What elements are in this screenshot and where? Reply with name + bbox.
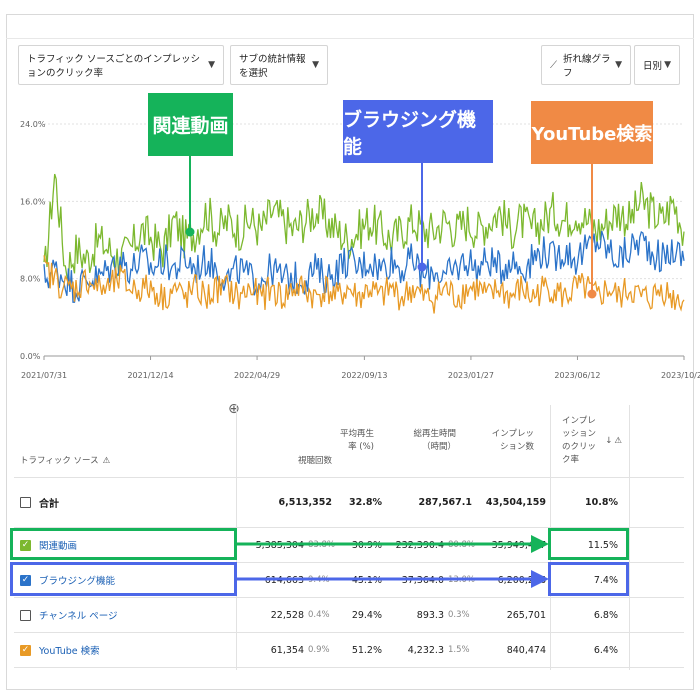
row-source-label[interactable]: ブラウジング機能 [39,573,115,587]
x-tick-label: 2021/12/14 [127,371,173,380]
row-views-pct: 0.9% [308,645,330,655]
y-tick-label: 8.0% [20,275,41,284]
total-checkbox[interactable] [20,497,31,508]
row-ctr: 11.5% [587,539,618,551]
y-tick-label: 0.0% [20,352,41,361]
header-ctr[interactable]: インプレッションのクリック率 ↓ ⚠ [558,405,622,477]
row-checkbox[interactable] [20,609,31,621]
table-row[interactable]: ✓ ブラウジング機能 614,663 9.4% 45.1% 37,364.0 1… [14,563,684,598]
header-avg-pct[interactable]: 平均再生率 (%) [336,405,378,477]
total-ctr: 10.8% [585,497,618,508]
x-tick-label: 2021/07/31 [21,371,67,380]
row-watch-time: 893.3 [416,609,444,621]
total-impressions: 43,504,159 [485,497,546,508]
row-checkbox[interactable]: ✓ [20,644,31,656]
callout-dot [587,289,597,299]
callout-dot [417,262,427,272]
x-tick-label: 2023/06/12 [554,371,600,380]
related-callout: 関連動画 [148,93,233,156]
row-views: 61,354 [270,644,304,656]
search-callout: YouTube検索 [531,101,653,164]
header-views[interactable]: 視聴回数 [236,405,336,477]
row-impressions: 6,200,206 [497,574,546,586]
row-avg-pct: 29.4% [351,609,382,621]
x-tick-label: 2023/10/26 [661,371,700,380]
row-watch-time: 4,232.3 [407,644,444,656]
row-views: 22,528 [270,609,304,621]
row-source-label[interactable]: チャンネル ページ [39,608,118,622]
x-tick-label: 2023/01/27 [448,371,494,380]
row-views-pct: 9.4% [308,575,330,585]
callout-dot [185,227,195,237]
row-views: 614,663 [264,574,304,586]
row-source-label[interactable]: 関連動画 [39,538,77,552]
x-tick-label: 2022/09/13 [341,371,387,380]
table-row[interactable]: チャンネル ページ 22,528 0.4% 29.4% 893.3 0.3% 2… [14,598,684,633]
warning-icon: ⚠ [614,435,622,446]
series-line-2 [43,255,685,314]
table-row-total: 合計 6,513,352 32.8% 287,567.1 43,504,159 … [14,478,684,528]
row-impressions: 265,701 [506,609,546,621]
warning-icon: ⚠ [102,455,111,466]
row-avg-pct: 30.9% [351,539,382,551]
row-source-label[interactable]: YouTube 検索 [39,643,100,657]
search-callout-label: YouTube検索 [531,123,653,145]
row-watch-pct: 0.3% [448,610,470,620]
table-row[interactable]: ✓ YouTube 検索 61,354 0.9% 51.2% 4,232.3 1… [14,633,684,668]
ctr-line-chart: 24.0% 16.0% 8.0% 0.0% 2021/07/31 2021/12/14 20… [20,120,700,380]
row-watch-time: 37,364.0 [401,574,444,586]
row-watch-pct: 13.0% [448,575,476,585]
column-divider [550,405,551,670]
row-ctr: 7.4% [593,574,618,586]
related-callout-label: 関連動画 [152,115,229,137]
browse-callout: ブラウジング機能 [343,100,493,163]
column-divider [236,405,237,670]
row-ctr: 6.8% [593,609,618,621]
header-watch-time[interactable]: 総再生時間（時間） [404,405,460,477]
sort-down-icon: ↓ [605,435,613,446]
row-watch-pct: 1.5% [448,645,470,655]
column-divider [629,405,630,670]
row-avg-pct: 51.2% [351,644,382,656]
series-line-0 [43,173,685,282]
row-avg-pct: 45.1% [351,574,382,586]
table-row[interactable]: ✓ 関連動画 5,385,304 83.8% 30.9% 232,390.4 8… [14,528,684,563]
row-impressions: 35,949,437 [491,539,546,551]
total-watch-time: 287,567.1 [418,497,473,508]
total-views: 6,513,352 [278,497,333,508]
row-views-pct: 0.4% [308,610,330,620]
y-tick-label: 16.0% [20,197,46,206]
y-tick-label: 24.0% [20,120,46,129]
row-watch-pct: 80.8% [448,540,476,550]
header-impressions[interactable]: インプレッション数 [486,405,538,477]
row-views-pct: 83.8% [308,540,336,550]
row-ctr: 6.4% [593,644,618,656]
row-impressions: 840,474 [506,644,546,656]
row-checkbox[interactable]: ✓ [20,539,31,551]
row-views: 5,385,304 [255,539,304,551]
row-watch-time: 232,390.4 [395,539,444,551]
total-avg-pct: 32.8% [349,497,382,508]
row-checkbox[interactable]: ✓ [20,574,31,586]
table-header-row: トラフィック ソース ⚠ ⊕ 視聴回数 平均再生率 (%) 総再生時間（時間） … [14,401,684,478]
browse-callout-label: ブラウジング機能 [343,108,477,158]
header-source[interactable]: トラフィック ソース ⚠ [20,405,220,477]
